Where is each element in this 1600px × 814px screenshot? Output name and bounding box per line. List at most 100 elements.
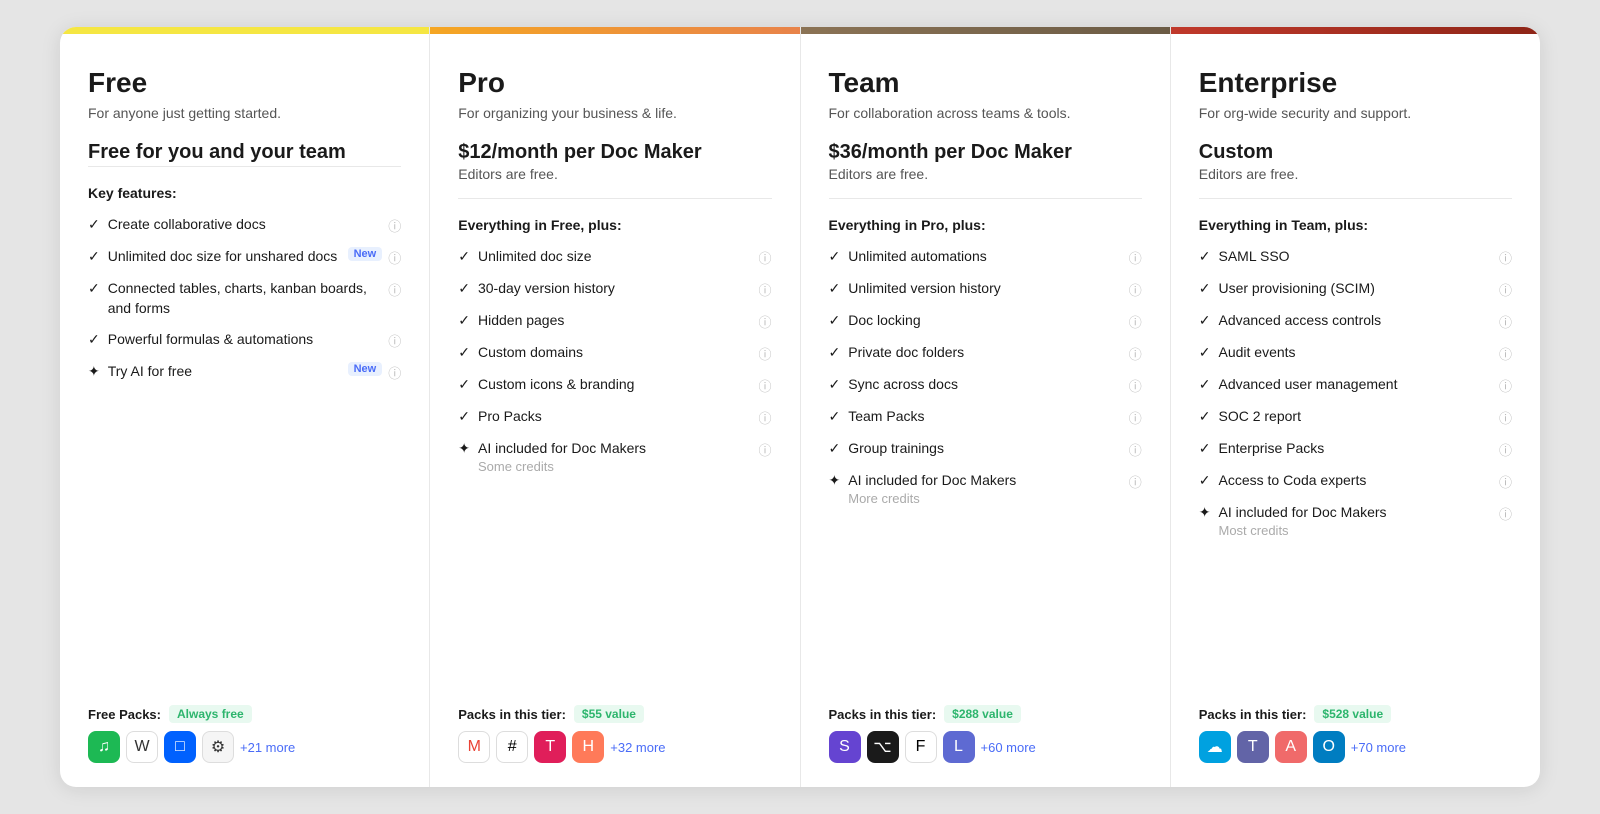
feature-item-enterprise-3: ✓Audit eventsⓘ xyxy=(1199,343,1512,363)
info-icon[interactable]: ⓘ xyxy=(388,216,401,235)
info-icon[interactable]: ⓘ xyxy=(1499,344,1512,363)
pack-icon-spotify[interactable]: ♫ xyxy=(88,731,120,763)
feature-item-free-4: ✦Try AI for freeNewⓘ xyxy=(88,362,401,382)
checkmark-icon: ✓ xyxy=(458,408,470,425)
packs-more-team[interactable]: +60 more xyxy=(981,740,1036,755)
pack-icon-figma[interactable]: F xyxy=(905,731,937,763)
feature-text-enterprise-4: Advanced user management xyxy=(1218,375,1491,395)
plan-divider-free xyxy=(88,166,401,167)
info-icon[interactable]: ⓘ xyxy=(758,408,771,427)
packs-label-pro: Packs in this tier:$55 value xyxy=(458,705,771,723)
pack-icon-shortcut[interactable]: S xyxy=(829,731,861,763)
plan-bar-free xyxy=(60,27,429,34)
pack-icon-teams[interactable]: T xyxy=(1237,731,1269,763)
plan-col-enterprise: EnterpriseFor org-wide security and supp… xyxy=(1171,27,1540,787)
info-icon[interactable]: ⓘ xyxy=(758,344,771,363)
feature-text-team-7: AI included for Doc Makers xyxy=(848,471,1121,491)
info-icon[interactable]: ⓘ xyxy=(758,440,771,459)
feature-text-pro-3: Custom domains xyxy=(478,343,751,363)
checkmark-icon: ✓ xyxy=(829,280,841,297)
packs-more-enterprise[interactable]: +70 more xyxy=(1351,740,1406,755)
plan-name-enterprise: Enterprise xyxy=(1199,67,1512,99)
info-icon[interactable]: ⓘ xyxy=(758,376,771,395)
pack-icon-gmail[interactable]: M xyxy=(458,731,490,763)
info-icon[interactable]: ⓘ xyxy=(1129,440,1142,459)
checkmark-icon: ✓ xyxy=(88,280,100,297)
plan-bar-team xyxy=(801,27,1170,34)
plan-price-pro: $12/month per Doc Maker xyxy=(458,141,771,164)
checkmark-icon: ✓ xyxy=(829,248,841,265)
pack-icons-enterprise: ☁TAO +70 more xyxy=(1199,731,1512,763)
checkmark-icon: ✓ xyxy=(1199,376,1211,393)
packs-more-free[interactable]: +21 more xyxy=(240,740,295,755)
info-icon[interactable]: ⓘ xyxy=(1499,408,1512,427)
packs-section-team: Packs in this tier:$288 valueS⌥FL+60 mor… xyxy=(829,685,1142,763)
info-icon[interactable]: ⓘ xyxy=(758,312,771,331)
feature-item-free-0: ✓Create collaborative docsⓘ xyxy=(88,215,401,235)
info-icon[interactable]: ⓘ xyxy=(1499,440,1512,459)
info-icon[interactable]: ⓘ xyxy=(1499,248,1512,267)
pack-icon-asana[interactable]: A xyxy=(1275,731,1307,763)
feature-text-free-3: Powerful formulas & automations xyxy=(108,330,381,350)
pack-icon-slack[interactable]: # xyxy=(496,731,528,763)
feature-text-team-5: Team Packs xyxy=(848,407,1121,427)
checkmark-icon: ✓ xyxy=(1199,280,1211,297)
info-icon[interactable]: ⓘ xyxy=(1499,504,1512,523)
info-icon[interactable]: ⓘ xyxy=(388,248,401,267)
feature-text-team-4: Sync across docs xyxy=(848,375,1121,395)
packs-value-enterprise: $528 value xyxy=(1314,705,1391,723)
info-icon[interactable]: ⓘ xyxy=(1129,408,1142,427)
pack-icon-github[interactable]: ⌥ xyxy=(867,731,899,763)
plan-price-team: $36/month per Doc Maker xyxy=(829,141,1142,164)
pack-icon-hubspot[interactable]: H xyxy=(572,731,604,763)
info-icon[interactable]: ⓘ xyxy=(1129,312,1142,331)
pack-icon-dropbox[interactable]: □ xyxy=(164,731,196,763)
info-icon[interactable]: ⓘ xyxy=(388,280,401,299)
info-icon[interactable]: ⓘ xyxy=(1129,472,1142,491)
features-header-free: Key features: xyxy=(88,185,401,201)
info-icon[interactable]: ⓘ xyxy=(1129,280,1142,299)
feature-item-enterprise-5: ✓SOC 2 reportⓘ xyxy=(1199,407,1512,427)
checkmark-icon: ✓ xyxy=(829,344,841,361)
feature-item-enterprise-6: ✓Enterprise Packsⓘ xyxy=(1199,439,1512,459)
pack-icon-okta[interactable]: O xyxy=(1313,731,1345,763)
info-icon[interactable]: ⓘ xyxy=(1499,280,1512,299)
feature-text-pro-1: 30-day version history xyxy=(478,279,751,299)
feature-text-enterprise-0: SAML SSO xyxy=(1218,247,1491,267)
info-icon[interactable]: ⓘ xyxy=(1499,472,1512,491)
feature-list-team: ✓Unlimited automationsⓘ✓Unlimited versio… xyxy=(829,247,1142,685)
info-icon[interactable]: ⓘ xyxy=(758,248,771,267)
feature-text-enterprise-7: Access to Coda experts xyxy=(1218,471,1491,491)
checkmark-icon: ✓ xyxy=(1199,344,1211,361)
feature-item-pro-6: ✦AI included for Doc MakersSome creditsⓘ xyxy=(458,439,771,474)
feature-item-pro-3: ✓Custom domainsⓘ xyxy=(458,343,771,363)
pack-icon-wikipedia[interactable]: W xyxy=(126,731,158,763)
feature-item-pro-2: ✓Hidden pagesⓘ xyxy=(458,311,771,331)
info-icon[interactable]: ⓘ xyxy=(1129,376,1142,395)
info-icon[interactable]: ⓘ xyxy=(1499,376,1512,395)
info-icon[interactable]: ⓘ xyxy=(1129,344,1142,363)
packs-label-text-free: Free Packs: xyxy=(88,707,161,722)
packs-more-pro[interactable]: +32 more xyxy=(610,740,665,755)
checkmark-icon: ✓ xyxy=(829,312,841,329)
pack-icon-coda[interactable]: ⚙ xyxy=(202,731,234,763)
feature-item-enterprise-2: ✓Advanced access controlsⓘ xyxy=(1199,311,1512,331)
checkmark-icon: ✓ xyxy=(458,248,470,265)
feature-item-enterprise-4: ✓ Advanced user management ⓘ xyxy=(1199,375,1512,395)
pack-icon-salesforce[interactable]: ☁ xyxy=(1199,731,1231,763)
info-icon[interactable]: ⓘ xyxy=(1499,312,1512,331)
checkmark-icon: ✓ xyxy=(1199,248,1211,265)
checkmark-icon: ✓ xyxy=(458,312,470,329)
info-icon[interactable]: ⓘ xyxy=(1129,248,1142,267)
pricing-container: FreeFor anyone just getting started.Free… xyxy=(60,27,1540,787)
features-header-pro: Everything in Free, plus: xyxy=(458,217,771,233)
pack-icon-toggl[interactable]: T xyxy=(534,731,566,763)
packs-value-free: Always free xyxy=(169,705,252,723)
feature-item-team-0: ✓Unlimited automationsⓘ xyxy=(829,247,1142,267)
info-icon[interactable]: ⓘ xyxy=(758,280,771,299)
pack-icon-linear[interactable]: L xyxy=(943,731,975,763)
info-icon[interactable]: ⓘ xyxy=(388,363,401,382)
checkmark-icon: ✓ xyxy=(88,248,100,265)
feature-item-team-6: ✓Group trainingsⓘ xyxy=(829,439,1142,459)
info-icon[interactable]: ⓘ xyxy=(388,331,401,350)
